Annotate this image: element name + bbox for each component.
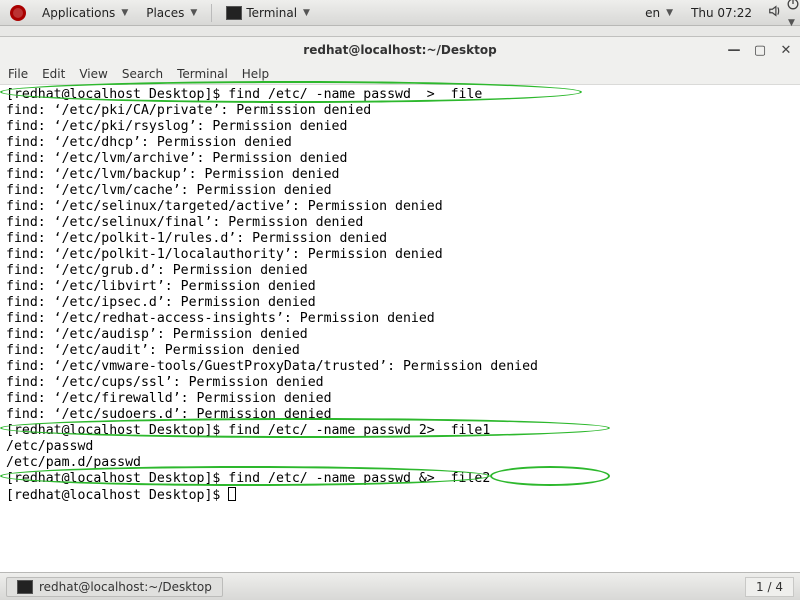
menu-view[interactable]: View [79, 67, 107, 81]
terminal-window: redhat@localhost:~/Desktop — ▢ ✕ File Ed… [0, 36, 800, 575]
chevron-down-icon: ▼ [788, 18, 795, 28]
window-controls: — ▢ ✕ [726, 42, 794, 58]
taskbar-window-button[interactable]: redhat@localhost:~/Desktop [6, 577, 223, 597]
panel-left: Applications▼ Places▼ Terminal▼ [4, 3, 318, 23]
gnome-bottom-panel: redhat@localhost:~/Desktop 1 / 4 [0, 572, 800, 600]
terminal-launcher[interactable]: Terminal▼ [218, 4, 318, 22]
keyboard-indicator[interactable]: en▼ [637, 4, 681, 22]
chevron-down-icon: ▼ [666, 8, 673, 18]
maximize-button[interactable]: ▢ [752, 42, 768, 58]
redhat-icon [10, 5, 26, 21]
menu-help[interactable]: Help [242, 67, 269, 81]
chevron-down-icon: ▼ [190, 8, 197, 18]
menu-search[interactable]: Search [122, 67, 163, 81]
window-titlebar[interactable]: redhat@localhost:~/Desktop — ▢ ✕ [0, 37, 800, 63]
clock[interactable]: Thu 07:22 [683, 4, 760, 22]
chevron-down-icon: ▼ [121, 8, 128, 18]
terminal-output[interactable]: [redhat@localhost Desktop]$ find /etc/ -… [0, 85, 800, 575]
separator [211, 4, 212, 22]
close-button[interactable]: ✕ [778, 42, 794, 58]
activities-icon[interactable] [4, 3, 32, 23]
chevron-down-icon: ▼ [303, 8, 310, 18]
taskbar-window-title: redhat@localhost:~/Desktop [39, 580, 212, 594]
menu-file[interactable]: File [8, 67, 28, 81]
terminal-icon [17, 580, 33, 594]
terminal-cursor [228, 487, 236, 501]
minimize-button[interactable]: — [726, 42, 742, 58]
menu-edit[interactable]: Edit [42, 67, 65, 81]
terminal-menubar: File Edit View Search Terminal Help [0, 63, 800, 85]
gnome-top-panel: Applications▼ Places▼ Terminal▼ en▼ Thu … [0, 0, 800, 26]
applications-menu[interactable]: Applications▼ [34, 4, 136, 22]
workspace-indicator[interactable]: 1 / 4 [745, 577, 794, 597]
volume-icon[interactable] [762, 2, 778, 23]
window-title: redhat@localhost:~/Desktop [303, 43, 496, 57]
places-menu[interactable]: Places▼ [138, 4, 205, 22]
menu-terminal[interactable]: Terminal [177, 67, 228, 81]
annotation-circle [490, 466, 610, 486]
power-icon[interactable]: ▼ [780, 0, 796, 30]
terminal-text: [redhat@localhost Desktop]$ find /etc/ -… [6, 87, 538, 503]
panel-right: en▼ Thu 07:22 ▼ [637, 0, 796, 30]
terminal-icon [226, 6, 242, 20]
